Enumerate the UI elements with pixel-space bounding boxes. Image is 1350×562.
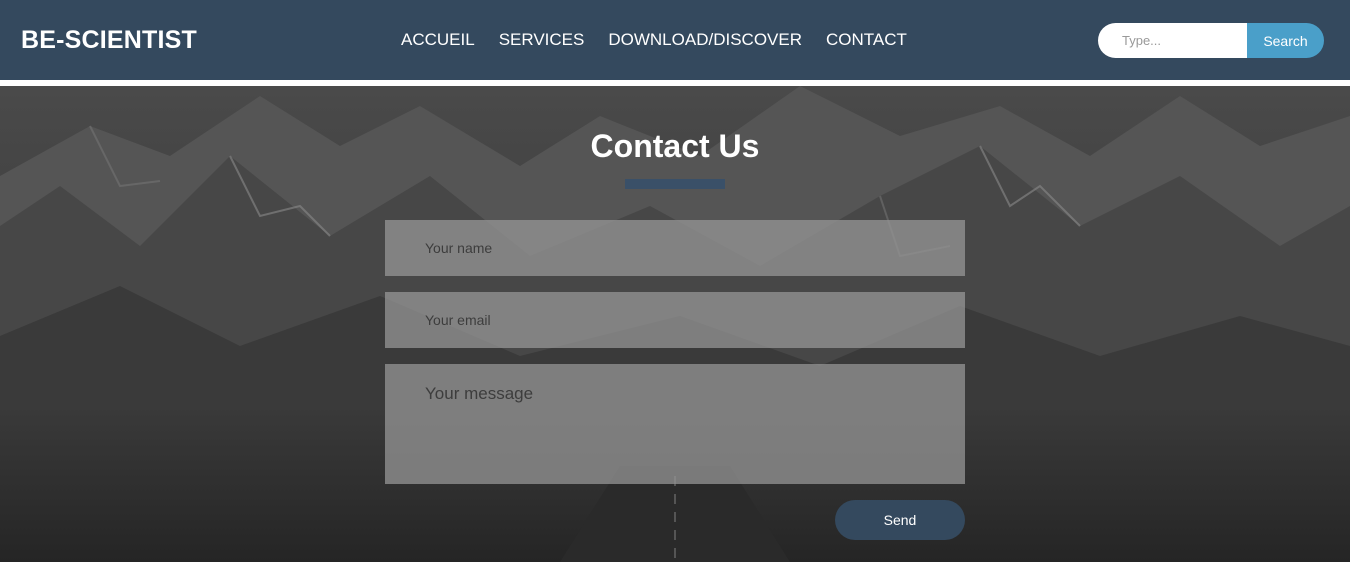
search-input[interactable] [1098,23,1247,58]
top-navbar: BE-SCIENTIST ACCUEIL SERVICES DOWNLOAD/D… [0,0,1350,80]
main-nav: ACCUEIL SERVICES DOWNLOAD/DISCOVER CONTA… [401,30,907,50]
search-button[interactable]: Search [1247,23,1324,58]
search-bar: Search [1098,23,1324,58]
page-title: Contact Us [590,128,760,164]
nav-link-contact[interactable]: CONTACT [826,30,907,50]
name-field[interactable] [385,220,965,276]
brand-logo[interactable]: BE-SCIENTIST [21,26,197,55]
message-field[interactable] [385,364,965,484]
send-button[interactable]: Send [835,500,965,540]
title-underline [625,179,725,189]
nav-link-accueil[interactable]: ACCUEIL [401,30,475,50]
nav-link-services[interactable]: SERVICES [499,30,585,50]
nav-link-download-discover[interactable]: DOWNLOAD/DISCOVER [608,30,802,50]
contact-section: Contact Us Send [0,86,1350,562]
email-field[interactable] [385,292,965,348]
